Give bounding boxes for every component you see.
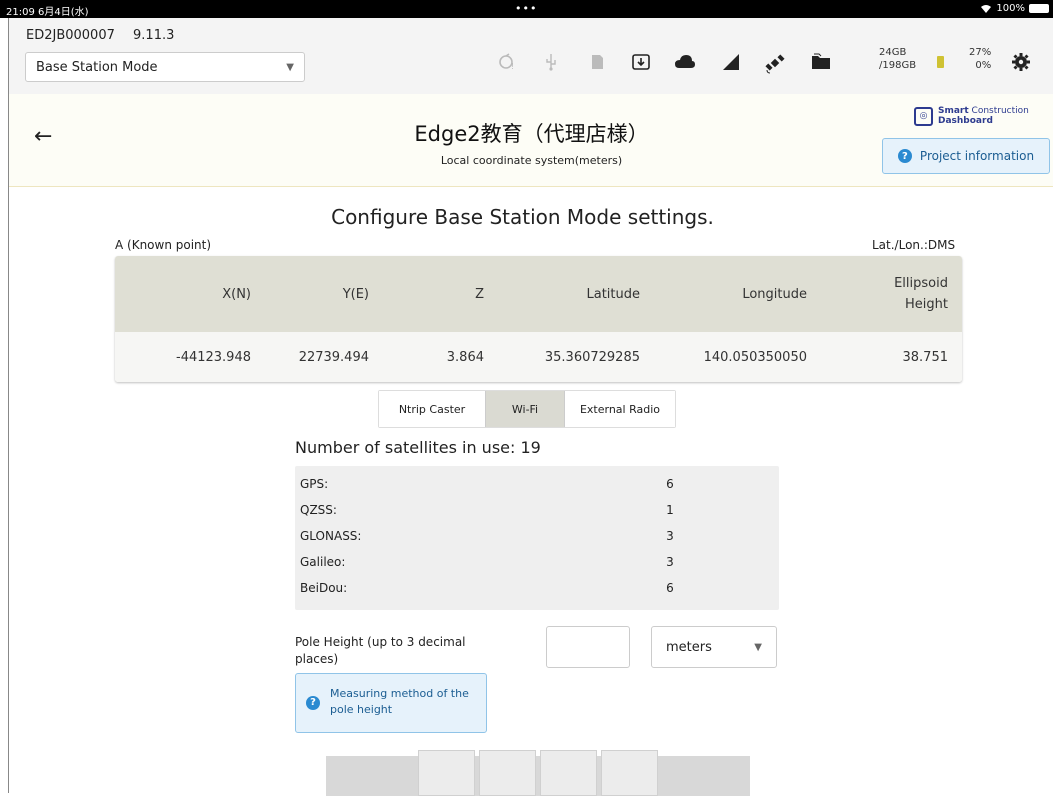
- download-icon[interactable]: [629, 52, 653, 77]
- unit-select-value: meters: [666, 640, 712, 655]
- known-point-label: A (Known point): [115, 238, 212, 252]
- battery-pct-2: 0%: [975, 60, 992, 71]
- usb-icon[interactable]: [539, 52, 563, 77]
- device-id: ED2JB000007: [26, 28, 115, 43]
- pole-height-input[interactable]: [546, 626, 630, 668]
- illustration-thumbnail: [540, 750, 597, 796]
- tab-ntrip-caster[interactable]: Ntrip Caster: [379, 391, 485, 427]
- top-toolbar: ED2JB000007 9.11.3 Base Station Mode ▼ !: [9, 18, 1053, 95]
- connection-tabs: Ntrip Caster Wi-Fi External Radio: [378, 390, 676, 428]
- help-icon: ?: [306, 696, 320, 710]
- battery-level-icon: [937, 56, 944, 68]
- page-header: ← Edge2教育（代理店様） Local coordinate system(…: [9, 94, 1053, 187]
- smart-construction-logo: ◎ Smart Construction Dashboard: [914, 106, 1029, 126]
- help-icon: ?: [897, 149, 912, 163]
- list-item: BeiDou: 6: [300, 581, 674, 595]
- latlon-format-label: Lat./Lon.:DMS: [872, 238, 956, 252]
- column-header: Z: [475, 286, 484, 302]
- storage-used: 24GB: [879, 47, 907, 58]
- status-bar: 21:09 6月4日(水) ••• 100%: [0, 0, 1053, 18]
- unit-select[interactable]: meters ▼: [651, 626, 777, 668]
- illustration-thumbnail: [479, 750, 536, 796]
- table-cell: 38.751: [902, 349, 949, 365]
- battery-readout: 27% 0%: [969, 46, 991, 72]
- satellite-icon[interactable]: [763, 52, 787, 79]
- table-cell: 35.360729285: [544, 349, 640, 365]
- device-info: ED2JB000007 9.11.3: [26, 28, 188, 43]
- signal-icon: [719, 52, 743, 77]
- table-row: -44123.948 22739.494 3.864 35.360729285 …: [115, 332, 962, 382]
- status-time: 21:09 6月4日(水): [6, 7, 89, 18]
- storage-readout: 24GB /198GB: [879, 46, 916, 72]
- project-information-button[interactable]: ? Project information: [882, 138, 1050, 174]
- list-item: GPS: 6: [300, 477, 674, 491]
- cloud-icon[interactable]: [673, 52, 697, 77]
- tab-wifi[interactable]: Wi-Fi: [485, 391, 565, 427]
- table-cell: 22739.494: [298, 349, 369, 365]
- battery-pct-1: 27%: [969, 47, 992, 58]
- storage-total: /198GB: [879, 60, 917, 71]
- folder-icon[interactable]: [809, 52, 833, 75]
- pole-height-label: Pole Height (up to 3 decimal places): [295, 635, 466, 666]
- measuring-method-button[interactable]: ? Measuring method of the pole height: [295, 673, 487, 733]
- table-cell: 3.864: [446, 349, 484, 365]
- project-information-label: Project information: [919, 149, 1035, 163]
- chevron-down-icon: ▼: [286, 62, 294, 73]
- illustration-thumbnail: [601, 750, 658, 796]
- mode-select[interactable]: Base Station Mode ▼: [25, 52, 305, 82]
- satellites-table: GPS: 6 QZSS: 1 GLONASS: 3 Galileo: 3 BeiDou:…: [295, 466, 779, 610]
- battery-percent: 100%: [996, 3, 1025, 14]
- illustration-thumbnails: [418, 750, 658, 796]
- status-right: 100%: [980, 3, 1049, 14]
- column-header: Longitude: [742, 286, 807, 302]
- multitask-dots[interactable]: •••: [515, 2, 537, 15]
- list-item: Galileo: 3: [300, 555, 674, 569]
- logo-text: Smart Construction Dashboard: [938, 106, 1029, 126]
- table-cell: 140.050350050: [703, 349, 807, 365]
- logo-icon: ◎: [914, 106, 933, 126]
- wifi-icon: [981, 4, 992, 13]
- mode-select-value: Base Station Mode: [36, 60, 158, 75]
- list-item: QZSS: 1: [300, 503, 674, 517]
- column-header: Y(E): [342, 286, 369, 302]
- measuring-method-label: Measuring method of the pole height: [330, 687, 469, 716]
- tab-external-radio[interactable]: External Radio: [565, 391, 675, 427]
- gear-icon[interactable]: [1009, 52, 1033, 77]
- chevron-down-icon: ▼: [754, 642, 762, 653]
- known-point-table: X(N) Y(E) Z Latitude Longitude Ellipsoid…: [115, 256, 962, 382]
- svg-text:!: !: [511, 62, 514, 71]
- sync-warning-icon[interactable]: !: [495, 52, 519, 77]
- sd-card-icon[interactable]: [585, 52, 609, 77]
- app-version: 9.11.3: [133, 28, 175, 43]
- table-cell: -44123.948: [176, 349, 251, 365]
- config-heading: Configure Base Station Mode settings.: [331, 205, 714, 229]
- illustration-thumbnail: [418, 750, 475, 796]
- list-item: GLONASS: 3: [300, 529, 674, 543]
- satellites-count-label: Number of satellites in use: 19: [295, 438, 541, 457]
- table-header-row: X(N) Y(E) Z Latitude Longitude Ellipsoid…: [115, 256, 962, 332]
- pole-height-illustration: [326, 750, 750, 796]
- column-header: Ellipsoid Height: [894, 276, 948, 312]
- column-header: Latitude: [586, 286, 640, 302]
- battery-icon: [1029, 4, 1049, 13]
- column-header: X(N): [222, 286, 251, 302]
